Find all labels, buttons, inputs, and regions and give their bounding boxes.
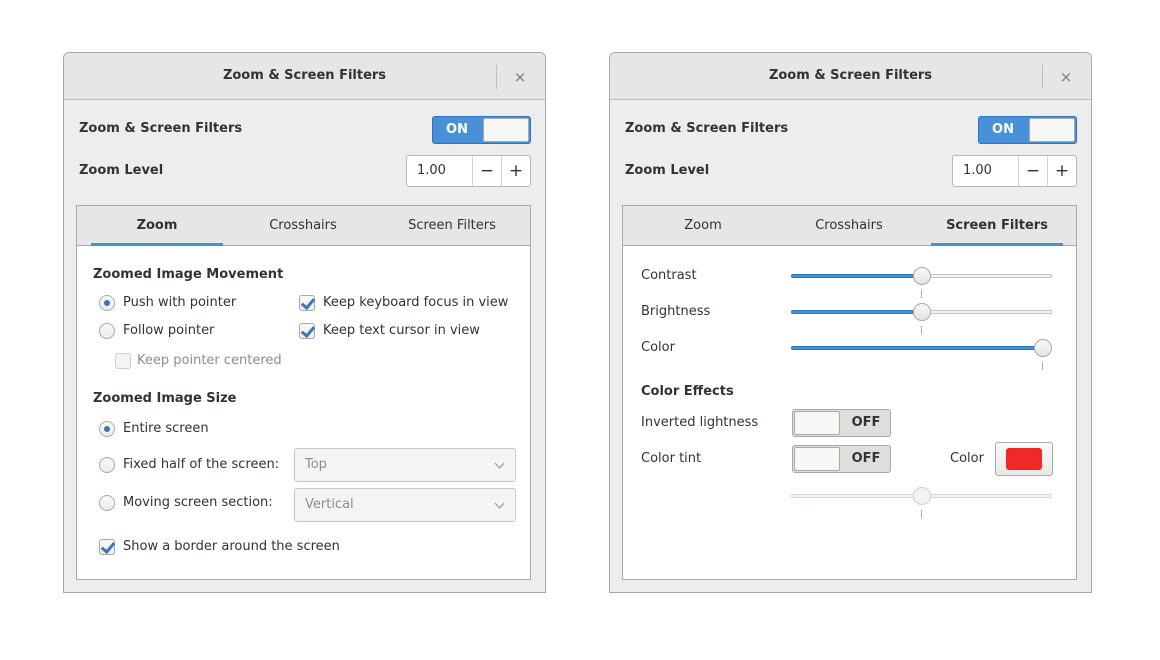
switch-knob <box>1029 118 1075 142</box>
switch-state-text: OFF <box>851 451 881 466</box>
color-effects-heading: Color Effects <box>641 384 734 399</box>
tint-color-button[interactable] <box>995 442 1053 476</box>
switch-state-text: ON <box>446 122 468 137</box>
zoom-level-value[interactable]: 1.00 <box>417 163 446 178</box>
size-heading: Zoomed Image Size <box>93 391 237 406</box>
contrast-slider[interactable] <box>791 262 1052 298</box>
color-tint-label: Color tint <box>641 451 702 466</box>
enable-zoom-label: Zoom & Screen Filters <box>79 121 243 136</box>
zoom-increase-button[interactable]: + <box>501 156 530 186</box>
tab-zoom[interactable]: Zoom <box>637 206 769 246</box>
titlebar-separator <box>1042 65 1043 89</box>
show-border-label[interactable]: Show a border around the screen <box>123 539 340 554</box>
zoom-level-spinbutton[interactable]: 1.00 − + <box>952 155 1077 187</box>
switch-knob <box>794 411 840 435</box>
color-tint-switch[interactable]: OFF <box>792 445 891 473</box>
entire-screen-radio[interactable] <box>99 421 115 437</box>
tab-bar: Zoom Crosshairs Screen Filters <box>623 206 1076 246</box>
contrast-label: Contrast <box>641 268 697 283</box>
fixed-half-radio[interactable] <box>99 457 115 473</box>
slider-handle[interactable] <box>913 487 931 505</box>
fixed-half-label[interactable]: Fixed half of the screen: <box>123 457 279 472</box>
slider-fill <box>791 274 922 278</box>
color-saturation-label: Color <box>641 340 675 355</box>
inverted-lightness-switch[interactable]: OFF <box>792 409 891 437</box>
zoom-level-label: Zoom Level <box>79 163 164 178</box>
tab-crosshairs[interactable]: Crosshairs <box>237 206 369 246</box>
moving-section-radio[interactable] <box>99 495 115 511</box>
zoom-dialog-zoom-tab: Zoom & Screen Filters × Zoom & Screen Fi… <box>63 52 546 593</box>
slider-handle[interactable] <box>913 303 931 321</box>
settings-notebook: Zoom Crosshairs Screen Filters Zoomed Im… <box>76 205 531 580</box>
close-button[interactable]: × <box>1055 66 1077 88</box>
switch-state-text: ON <box>992 122 1014 137</box>
enable-zoom-switch[interactable]: ON <box>978 116 1077 144</box>
titlebar-separator <box>496 65 497 89</box>
slider-fill <box>791 310 922 314</box>
slider-mark <box>921 510 922 518</box>
color-saturation-slider[interactable] <box>791 334 1052 370</box>
zoom-level-label: Zoom Level <box>625 163 710 178</box>
chevron-down-icon <box>494 458 505 469</box>
slider-handle[interactable] <box>1034 339 1052 357</box>
keep-text-cursor-checkbox[interactable] <box>299 323 315 339</box>
push-with-pointer-label[interactable]: Push with pointer <box>123 295 236 310</box>
settings-notebook: Zoom Crosshairs Screen Filters Contrast … <box>622 205 1077 580</box>
zoom-level-value[interactable]: 1.00 <box>963 163 992 178</box>
keep-keyboard-focus-checkbox[interactable] <box>299 295 315 311</box>
switch-state-text: OFF <box>851 415 881 430</box>
close-button[interactable]: × <box>509 66 531 88</box>
slider-mark <box>921 326 922 334</box>
tab-screen-filters[interactable]: Screen Filters <box>383 206 521 246</box>
fixed-half-selected: Top <box>305 457 327 472</box>
moving-section-dropdown[interactable]: Vertical <box>294 488 516 522</box>
follow-pointer-label[interactable]: Follow pointer <box>123 323 214 338</box>
enable-zoom-switch[interactable]: ON <box>432 116 531 144</box>
zoom-level-spinbutton[interactable]: 1.00 − + <box>406 155 531 187</box>
keep-text-cursor-label[interactable]: Keep text cursor in view <box>323 323 480 338</box>
enable-zoom-label: Zoom & Screen Filters <box>625 121 789 136</box>
zoom-increase-button[interactable]: + <box>1047 156 1076 186</box>
titlebar: Zoom & Screen Filters × <box>64 53 545 100</box>
slider-mark <box>921 290 922 298</box>
inverted-lightness-label: Inverted lightness <box>641 415 759 430</box>
chevron-down-icon <box>494 498 505 509</box>
switch-knob <box>794 447 840 471</box>
entire-screen-label[interactable]: Entire screen <box>123 421 209 436</box>
zoom-decrease-button[interactable]: − <box>1018 156 1047 186</box>
tint-hue-slider[interactable] <box>791 482 1052 518</box>
moving-section-label[interactable]: Moving screen section: <box>123 495 273 510</box>
tint-color-label: Color <box>950 451 984 466</box>
push-with-pointer-radio[interactable] <box>99 295 115 311</box>
window-title: Zoom & Screen Filters <box>768 68 933 83</box>
slider-mark <box>1042 362 1043 370</box>
zoom-decrease-button[interactable]: − <box>472 156 501 186</box>
keep-keyboard-focus-label[interactable]: Keep keyboard focus in view <box>323 295 508 310</box>
moving-section-selected: Vertical <box>305 497 354 512</box>
keep-pointer-centered-label: Keep pointer centered <box>137 353 282 368</box>
slider-handle[interactable] <box>913 267 931 285</box>
brightness-slider[interactable] <box>791 298 1052 334</box>
tab-crosshairs[interactable]: Crosshairs <box>783 206 915 246</box>
tab-zoom[interactable]: Zoom <box>91 206 223 246</box>
follow-pointer-radio[interactable] <box>99 323 115 339</box>
window-title: Zoom & Screen Filters <box>222 68 387 83</box>
fixed-half-dropdown[interactable]: Top <box>294 448 516 482</box>
movement-heading: Zoomed Image Movement <box>93 267 284 282</box>
switch-knob <box>483 118 529 142</box>
show-border-checkbox[interactable] <box>99 539 115 555</box>
brightness-label: Brightness <box>641 304 711 319</box>
keep-pointer-centered-checkbox[interactable] <box>115 353 131 369</box>
tab-screen-filters[interactable]: Screen Filters <box>931 206 1063 246</box>
tint-color-swatch <box>1006 448 1042 470</box>
tab-bar: Zoom Crosshairs Screen Filters <box>77 206 530 246</box>
slider-fill <box>791 346 1043 350</box>
titlebar: Zoom & Screen Filters × <box>610 53 1091 100</box>
zoom-dialog-filters-tab: Zoom & Screen Filters × Zoom & Screen Fi… <box>609 52 1092 593</box>
